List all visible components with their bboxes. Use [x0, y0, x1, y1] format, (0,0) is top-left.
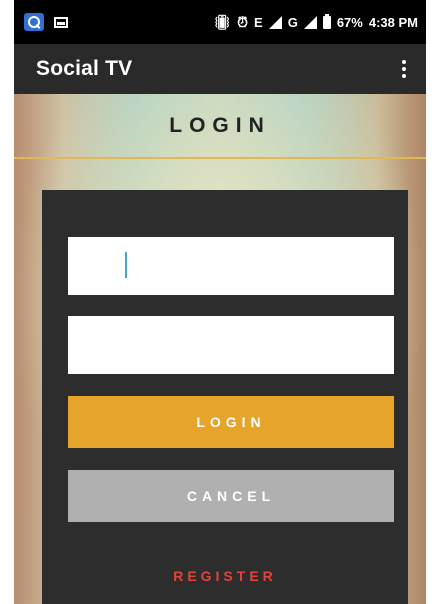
status-bar: 📳︎ ⏰︎ E G 67% 4:38 PM — [14, 0, 426, 44]
phone-screen: 📳︎ ⏰︎ E G 67% 4:38 PM Social TV LOGIN LO… — [14, 0, 426, 604]
network-type-g: G — [287, 14, 298, 30]
signal-icon — [268, 15, 282, 29]
app-bar: Social TV — [14, 44, 426, 94]
search-app-icon — [24, 13, 44, 31]
app-title: Social TV — [36, 57, 133, 80]
status-bar-left — [24, 13, 68, 31]
network-type-e: E — [254, 14, 263, 30]
vibrate-icon: 📳︎ — [213, 14, 232, 30]
username-field[interactable] — [68, 237, 394, 295]
signal-icon — [303, 15, 317, 29]
status-time: 4:38 PM — [368, 14, 418, 30]
alarm-icon: ⏰︎ — [237, 14, 249, 30]
image-notification-icon — [54, 16, 68, 28]
header-divider — [14, 157, 426, 159]
status-bar-right: 📳︎ ⏰︎ E G 67% 4:38 PM — [213, 13, 418, 30]
login-header: LOGIN — [14, 94, 426, 158]
overflow-menu-icon[interactable] — [392, 55, 416, 83]
login-header-title: LOGIN — [169, 114, 271, 137]
cancel-button[interactable]: CANCEL — [68, 470, 394, 522]
password-field[interactable] — [68, 316, 394, 374]
battery-icon — [322, 13, 331, 29]
text-cursor — [125, 252, 127, 278]
login-panel: LOGIN CANCEL REGISTER — [42, 190, 408, 604]
battery-percent: 67% — [336, 14, 363, 30]
register-link[interactable]: REGISTER — [42, 568, 408, 584]
login-button[interactable]: LOGIN — [68, 396, 394, 448]
